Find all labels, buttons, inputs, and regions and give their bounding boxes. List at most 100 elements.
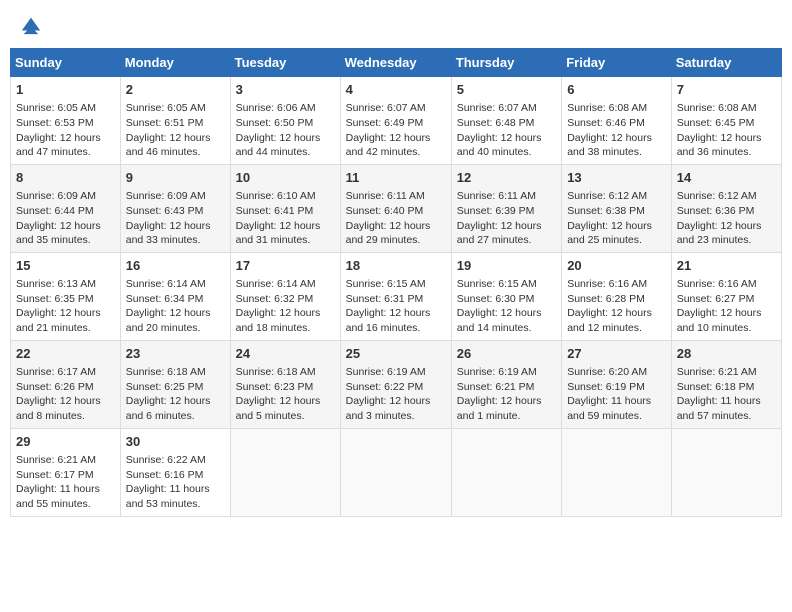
sunrise-text: Sunrise: 6:17 AM bbox=[16, 366, 96, 378]
daylight-text: Daylight: 12 hours and 3 minutes. bbox=[346, 395, 431, 422]
daylight-text: Daylight: 12 hours and 46 minutes. bbox=[126, 132, 211, 159]
calendar-day-cell: 15 Sunrise: 6:13 AM Sunset: 6:35 PM Dayl… bbox=[11, 252, 121, 340]
sunset-text: Sunset: 6:35 PM bbox=[16, 293, 94, 305]
sunset-text: Sunset: 6:46 PM bbox=[567, 117, 645, 129]
sunrise-text: Sunrise: 6:16 AM bbox=[567, 278, 647, 290]
calendar-day-cell: 9 Sunrise: 6:09 AM Sunset: 6:43 PM Dayli… bbox=[120, 164, 230, 252]
calendar-day-cell: 25 Sunrise: 6:19 AM Sunset: 6:22 PM Dayl… bbox=[340, 340, 451, 428]
day-number: 3 bbox=[236, 81, 335, 99]
daylight-text: Daylight: 12 hours and 25 minutes. bbox=[567, 220, 652, 247]
calendar-day-cell: 1 Sunrise: 6:05 AM Sunset: 6:53 PM Dayli… bbox=[11, 77, 121, 165]
calendar-day-cell: 21 Sunrise: 6:16 AM Sunset: 6:27 PM Dayl… bbox=[671, 252, 781, 340]
daylight-text: Daylight: 12 hours and 47 minutes. bbox=[16, 132, 101, 159]
calendar-day-cell: 24 Sunrise: 6:18 AM Sunset: 6:23 PM Dayl… bbox=[230, 340, 340, 428]
calendar-day-cell bbox=[230, 428, 340, 516]
day-number: 13 bbox=[567, 169, 666, 187]
sunrise-text: Sunrise: 6:21 AM bbox=[677, 366, 757, 378]
day-number: 1 bbox=[16, 81, 115, 99]
day-number: 15 bbox=[16, 257, 115, 275]
calendar-day-cell: 8 Sunrise: 6:09 AM Sunset: 6:44 PM Dayli… bbox=[11, 164, 121, 252]
calendar-week-row: 15 Sunrise: 6:13 AM Sunset: 6:35 PM Dayl… bbox=[11, 252, 782, 340]
daylight-text: Daylight: 12 hours and 36 minutes. bbox=[677, 132, 762, 159]
calendar-day-cell bbox=[671, 428, 781, 516]
sunset-text: Sunset: 6:31 PM bbox=[346, 293, 424, 305]
sunset-text: Sunset: 6:32 PM bbox=[236, 293, 314, 305]
sunrise-text: Sunrise: 6:10 AM bbox=[236, 190, 316, 202]
day-number: 27 bbox=[567, 345, 666, 363]
sunset-text: Sunset: 6:48 PM bbox=[457, 117, 535, 129]
calendar-day-cell: 6 Sunrise: 6:08 AM Sunset: 6:46 PM Dayli… bbox=[562, 77, 672, 165]
daylight-text: Daylight: 11 hours and 55 minutes. bbox=[16, 483, 100, 510]
calendar-day-cell: 13 Sunrise: 6:12 AM Sunset: 6:38 PM Dayl… bbox=[562, 164, 672, 252]
daylight-text: Daylight: 12 hours and 31 minutes. bbox=[236, 220, 321, 247]
daylight-text: Daylight: 12 hours and 20 minutes. bbox=[126, 307, 211, 334]
sunrise-text: Sunrise: 6:11 AM bbox=[346, 190, 425, 202]
daylight-text: Daylight: 12 hours and 14 minutes. bbox=[457, 307, 542, 334]
day-number: 6 bbox=[567, 81, 666, 99]
sunset-text: Sunset: 6:38 PM bbox=[567, 205, 645, 217]
sunset-text: Sunset: 6:49 PM bbox=[346, 117, 424, 129]
calendar-day-cell: 19 Sunrise: 6:15 AM Sunset: 6:30 PM Dayl… bbox=[451, 252, 561, 340]
calendar-day-cell bbox=[451, 428, 561, 516]
calendar-day-cell: 7 Sunrise: 6:08 AM Sunset: 6:45 PM Dayli… bbox=[671, 77, 781, 165]
sunset-text: Sunset: 6:18 PM bbox=[677, 381, 755, 393]
day-number: 29 bbox=[16, 433, 115, 451]
day-number: 17 bbox=[236, 257, 335, 275]
daylight-text: Daylight: 12 hours and 5 minutes. bbox=[236, 395, 321, 422]
calendar-day-cell: 2 Sunrise: 6:05 AM Sunset: 6:51 PM Dayli… bbox=[120, 77, 230, 165]
calendar-day-cell: 14 Sunrise: 6:12 AM Sunset: 6:36 PM Dayl… bbox=[671, 164, 781, 252]
sunrise-text: Sunrise: 6:07 AM bbox=[457, 102, 537, 114]
calendar-day-cell: 23 Sunrise: 6:18 AM Sunset: 6:25 PM Dayl… bbox=[120, 340, 230, 428]
day-number: 7 bbox=[677, 81, 776, 99]
day-number: 14 bbox=[677, 169, 776, 187]
day-number: 4 bbox=[346, 81, 446, 99]
day-of-week-header: Tuesday bbox=[230, 49, 340, 77]
daylight-text: Daylight: 12 hours and 8 minutes. bbox=[16, 395, 101, 422]
calendar-day-cell: 29 Sunrise: 6:21 AM Sunset: 6:17 PM Dayl… bbox=[11, 428, 121, 516]
sunrise-text: Sunrise: 6:14 AM bbox=[236, 278, 316, 290]
sunset-text: Sunset: 6:19 PM bbox=[567, 381, 645, 393]
day-number: 11 bbox=[346, 169, 446, 187]
sunrise-text: Sunrise: 6:15 AM bbox=[346, 278, 426, 290]
daylight-text: Daylight: 11 hours and 59 minutes. bbox=[567, 395, 651, 422]
daylight-text: Daylight: 12 hours and 18 minutes. bbox=[236, 307, 321, 334]
sunset-text: Sunset: 6:43 PM bbox=[126, 205, 204, 217]
sunset-text: Sunset: 6:21 PM bbox=[457, 381, 535, 393]
logo bbox=[18, 14, 42, 36]
calendar-day-cell: 17 Sunrise: 6:14 AM Sunset: 6:32 PM Dayl… bbox=[230, 252, 340, 340]
day-number: 23 bbox=[126, 345, 225, 363]
day-number: 19 bbox=[457, 257, 556, 275]
day-number: 18 bbox=[346, 257, 446, 275]
daylight-text: Daylight: 12 hours and 1 minute. bbox=[457, 395, 542, 422]
sunset-text: Sunset: 6:30 PM bbox=[457, 293, 535, 305]
daylight-text: Daylight: 12 hours and 6 minutes. bbox=[126, 395, 211, 422]
sunset-text: Sunset: 6:40 PM bbox=[346, 205, 424, 217]
sunrise-text: Sunrise: 6:12 AM bbox=[567, 190, 647, 202]
sunrise-text: Sunrise: 6:19 AM bbox=[346, 366, 426, 378]
sunset-text: Sunset: 6:51 PM bbox=[126, 117, 204, 129]
day-of-week-header: Friday bbox=[562, 49, 672, 77]
sunset-text: Sunset: 6:41 PM bbox=[236, 205, 314, 217]
calendar-table: SundayMondayTuesdayWednesdayThursdayFrid… bbox=[10, 48, 782, 517]
calendar-day-cell: 20 Sunrise: 6:16 AM Sunset: 6:28 PM Dayl… bbox=[562, 252, 672, 340]
sunrise-text: Sunrise: 6:18 AM bbox=[236, 366, 316, 378]
daylight-text: Daylight: 12 hours and 44 minutes. bbox=[236, 132, 321, 159]
calendar-day-cell: 18 Sunrise: 6:15 AM Sunset: 6:31 PM Dayl… bbox=[340, 252, 451, 340]
day-of-week-header: Sunday bbox=[11, 49, 121, 77]
daylight-text: Daylight: 11 hours and 57 minutes. bbox=[677, 395, 761, 422]
sunrise-text: Sunrise: 6:11 AM bbox=[457, 190, 536, 202]
sunrise-text: Sunrise: 6:07 AM bbox=[346, 102, 426, 114]
sunrise-text: Sunrise: 6:09 AM bbox=[16, 190, 96, 202]
day-number: 5 bbox=[457, 81, 556, 99]
day-of-week-header: Saturday bbox=[671, 49, 781, 77]
daylight-text: Daylight: 12 hours and 16 minutes. bbox=[346, 307, 431, 334]
sunrise-text: Sunrise: 6:09 AM bbox=[126, 190, 206, 202]
sunrise-text: Sunrise: 6:19 AM bbox=[457, 366, 537, 378]
calendar-week-row: 22 Sunrise: 6:17 AM Sunset: 6:26 PM Dayl… bbox=[11, 340, 782, 428]
daylight-text: Daylight: 12 hours and 23 minutes. bbox=[677, 220, 762, 247]
sunset-text: Sunset: 6:34 PM bbox=[126, 293, 204, 305]
calendar-day-cell: 4 Sunrise: 6:07 AM Sunset: 6:49 PM Dayli… bbox=[340, 77, 451, 165]
day-number: 25 bbox=[346, 345, 446, 363]
sunset-text: Sunset: 6:22 PM bbox=[346, 381, 424, 393]
day-number: 20 bbox=[567, 257, 666, 275]
